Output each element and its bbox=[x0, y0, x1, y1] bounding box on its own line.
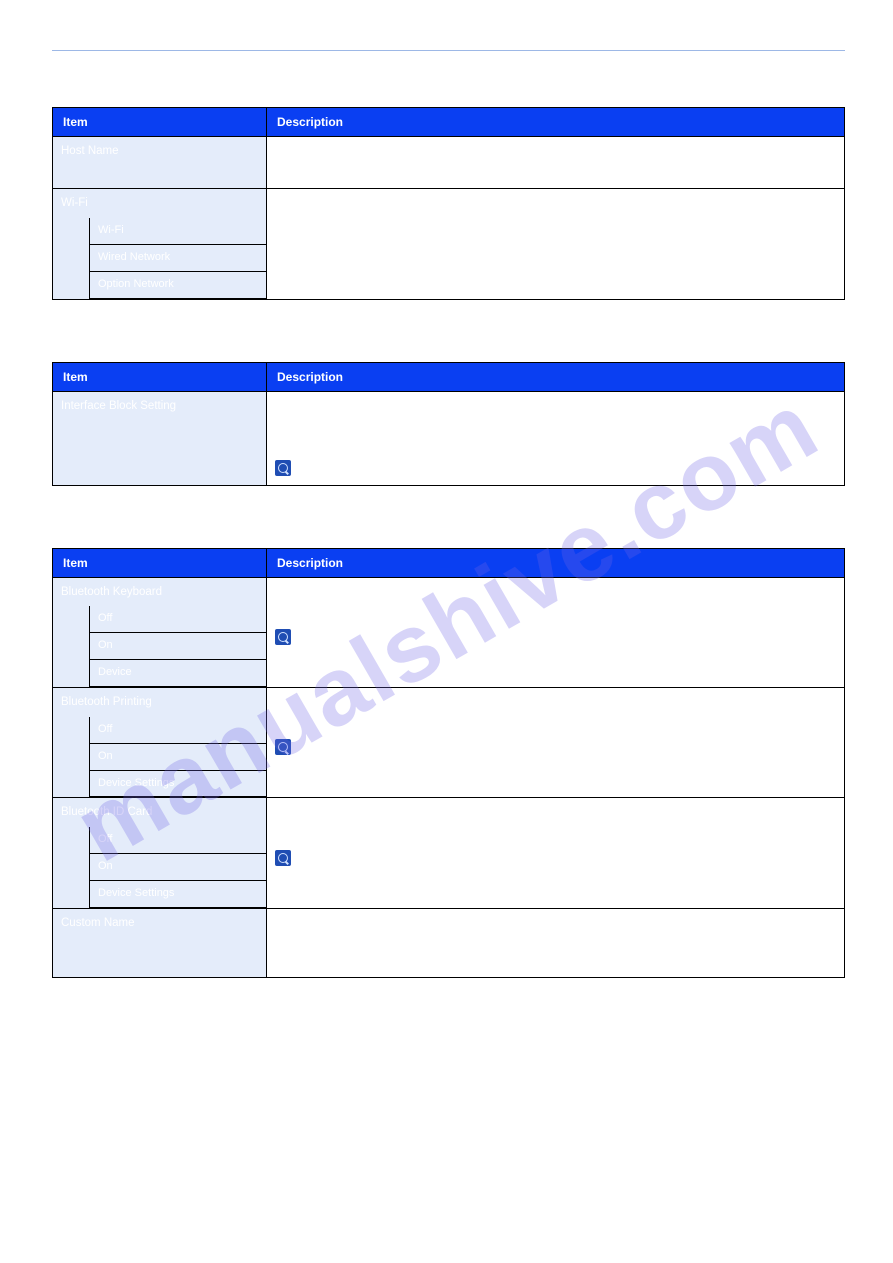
page-header: Machine Setup Menu > Settings 8-31 bbox=[52, 30, 845, 50]
table-header-item: Item bbox=[53, 548, 267, 577]
nested-option: Wi-Fi bbox=[90, 218, 267, 244]
desc-text: This function protects this machine by b… bbox=[275, 398, 836, 431]
row-label: Interface Block Setting bbox=[53, 391, 267, 485]
row-label-nested: Bluetooth Printing Off On Device Setting… bbox=[53, 688, 267, 798]
row-description: Set whether to use the Bluetooth functio… bbox=[267, 798, 845, 908]
reference-icon bbox=[275, 629, 291, 645]
row-label: Bluetooth ID Card bbox=[53, 798, 266, 827]
nested-options: Off On Device Settings bbox=[89, 717, 266, 798]
desc-text: Value: Off, On bbox=[275, 717, 836, 734]
desc-text: Set any name for the Bluetooth device of… bbox=[275, 915, 836, 932]
desc-text: Check the host name of the machine. The … bbox=[275, 143, 836, 160]
row-label: Wi-Fi bbox=[53, 189, 266, 218]
nested-option: Device Settings bbox=[90, 881, 267, 908]
row-label: Bluetooth Keyboard bbox=[53, 578, 266, 607]
nested-option: On bbox=[90, 633, 267, 660]
row-description: Set any name for the Bluetooth device of… bbox=[267, 908, 845, 977]
param-table-primary-network: Item Description Host Name Check the hos… bbox=[52, 107, 845, 300]
nested-option: On bbox=[90, 854, 267, 881]
desc-text: Set whether to use the print function vi… bbox=[275, 694, 836, 711]
row-label: Custom Name bbox=[53, 908, 267, 977]
row-label-nested: Bluetooth Keyboard Off On Device bbox=[53, 577, 267, 687]
table-header-item: Item bbox=[53, 362, 267, 391]
table-header-description: Description bbox=[267, 548, 845, 577]
footnote: *1 Displayed when the optional Wireless … bbox=[54, 996, 845, 1012]
desc-text: Set whether to use the Bluetooth functio… bbox=[275, 804, 836, 821]
cross-reference-link[interactable]: Interface Block Setting (page 8-40) bbox=[298, 464, 476, 476]
row-description: Set whether to use the optional Bluetoot… bbox=[267, 577, 845, 687]
row-label: Bluetooth Printing bbox=[53, 688, 266, 717]
nested-option: Option Network bbox=[90, 271, 267, 298]
desc-text: Set whether to use the optional Bluetoot… bbox=[275, 584, 836, 601]
row-description: This function protects this machine by b… bbox=[267, 391, 845, 485]
table-header-item: Item bbox=[53, 108, 267, 137]
row-description: Check the host name of the machine. The … bbox=[267, 137, 845, 189]
section-title: Interface Block Setting bbox=[54, 340, 845, 355]
section-title: Primary Network (Client) bbox=[54, 85, 845, 100]
desc-text: This setting is displayed when one of Bl… bbox=[275, 938, 836, 971]
page-content: Machine Setup Menu > Settings 8-31 Prima… bbox=[0, 0, 893, 1057]
cross-reference-link[interactable]: Optional Keyboard (page 11-5) bbox=[298, 854, 455, 866]
nested-option: Device bbox=[90, 660, 267, 687]
nested-options: Off On Device bbox=[89, 606, 266, 687]
nested-option: Device Settings bbox=[90, 770, 267, 797]
nested-option: Off bbox=[90, 827, 267, 853]
footnote: *2 Displayed when ID Card is set to [On]… bbox=[54, 1012, 845, 1028]
table-header-description: Description bbox=[267, 362, 845, 391]
header-page-number: 8-31 bbox=[823, 30, 845, 42]
cross-reference-link[interactable]: Changing Device Information (page 2-47) bbox=[275, 168, 486, 180]
cross-reference-link[interactable]: Optional Keyboard (page 11-5) bbox=[298, 743, 455, 755]
reference-icon bbox=[275, 739, 291, 755]
reference-icon bbox=[275, 850, 291, 866]
header-rule bbox=[52, 50, 845, 51]
table-header-description: Description bbox=[267, 108, 845, 137]
cross-reference-link[interactable]: Optional Keyboard (page 11-5) bbox=[298, 633, 455, 645]
nested-options: Wi-Fi Wired Network Option Network bbox=[89, 218, 266, 299]
section-title: Bluetooth Settings bbox=[54, 526, 845, 541]
row-label-nested: Wi-Fi Wi-Fi Wired Network Option Network bbox=[53, 189, 267, 299]
nested-options: Off On Device Settings bbox=[89, 827, 266, 908]
header-breadcrumb: Machine Setup Menu > Settings bbox=[52, 30, 208, 42]
row-description: Select the network interface to be used … bbox=[267, 189, 845, 299]
param-table-interface-block: Item Description Interface Block Setting… bbox=[52, 362, 845, 486]
row-label: Host Name bbox=[53, 137, 267, 189]
desc-text: Value: Refer to the following: bbox=[275, 437, 836, 454]
desc-text: Select the network interface to be used … bbox=[275, 195, 836, 228]
row-label-nested: Bluetooth ID Card Off On Device Settings bbox=[53, 798, 267, 908]
desc-text: Value: Off, On bbox=[275, 606, 836, 623]
desc-text: Value: Off, On bbox=[275, 827, 836, 844]
footnotes: *1 Displayed when the optional Wireless … bbox=[54, 996, 845, 1028]
param-table-bluetooth: Item Description Bluetooth Keyboard Off … bbox=[52, 548, 845, 978]
nested-option: Off bbox=[90, 717, 267, 743]
nested-option: On bbox=[90, 743, 267, 770]
nested-option: Wired Network bbox=[90, 244, 267, 271]
nested-option: Off bbox=[90, 606, 267, 632]
row-description: Set whether to use the print function vi… bbox=[267, 688, 845, 798]
reference-icon bbox=[275, 460, 291, 476]
